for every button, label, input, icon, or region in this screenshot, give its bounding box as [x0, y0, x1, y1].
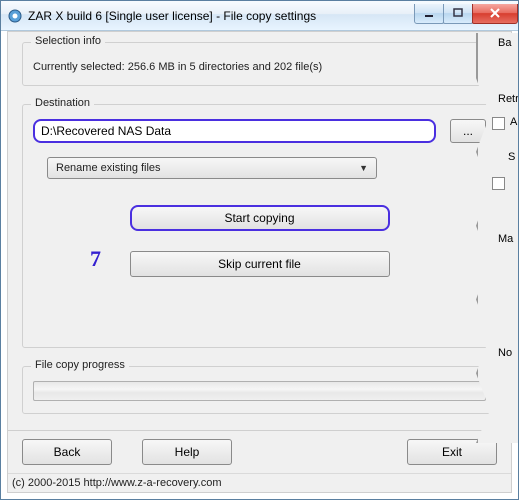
sidebar-label-ma: Ma: [498, 233, 513, 245]
destination-legend: Destination: [31, 97, 94, 109]
selection-info-legend: Selection info: [31, 35, 105, 47]
help-button[interactable]: Help: [142, 439, 232, 465]
conflict-mode-selected: Rename existing files: [56, 162, 161, 174]
copyright-text: (c) 2000-2015 http://www.z-a-recovery.co…: [8, 473, 511, 492]
sidebar-label-s: S: [508, 151, 515, 163]
progress-legend: File copy progress: [31, 359, 129, 371]
window-frame: ZAR X build 6 [Single user license] - Fi…: [0, 0, 519, 500]
destination-group: Destination ... Rename existing files ▼ …: [22, 104, 497, 348]
footer: Back Help Exit: [8, 430, 511, 473]
sidebar-checkbox-2[interactable]: [492, 177, 505, 190]
cutoff-sidebar: Ba Retr A S Ma No: [476, 33, 518, 443]
conflict-mode-dropdown[interactable]: Rename existing files ▼: [47, 157, 377, 179]
sidebar-checkbox-a[interactable]: [492, 117, 505, 130]
window-controls: [415, 4, 518, 24]
selection-summary: Currently selected: 256.6 MB in 5 direct…: [33, 61, 486, 73]
progress-bar: [33, 381, 486, 401]
titlebar[interactable]: ZAR X build 6 [Single user license] - Fi…: [1, 1, 518, 31]
window-title: ZAR X build 6 [Single user license] - Fi…: [28, 9, 415, 23]
minimize-button[interactable]: [414, 4, 444, 24]
sidebar-label-backup: Ba: [498, 37, 511, 49]
browse-button[interactable]: ...: [450, 119, 486, 143]
progress-group: File copy progress: [22, 366, 497, 414]
chevron-down-icon: ▼: [359, 163, 368, 173]
destination-path-input[interactable]: [33, 119, 436, 143]
client-area: 6 7 Selection info Currently selected: 2…: [7, 31, 512, 493]
start-copying-button[interactable]: Start copying: [130, 205, 390, 231]
sidebar-label-a: A: [510, 116, 517, 128]
main-content: 6 7 Selection info Currently selected: 2…: [8, 32, 511, 430]
selection-info-group: Selection info Currently selected: 256.6…: [22, 42, 497, 86]
sidebar-label-no: No: [498, 347, 512, 359]
app-icon: [7, 8, 23, 24]
skip-current-file-button[interactable]: Skip current file: [130, 251, 390, 277]
sidebar-label-retry: Retr: [498, 93, 519, 105]
close-button[interactable]: [472, 4, 518, 24]
maximize-button[interactable]: [443, 4, 473, 24]
back-button[interactable]: Back: [22, 439, 112, 465]
